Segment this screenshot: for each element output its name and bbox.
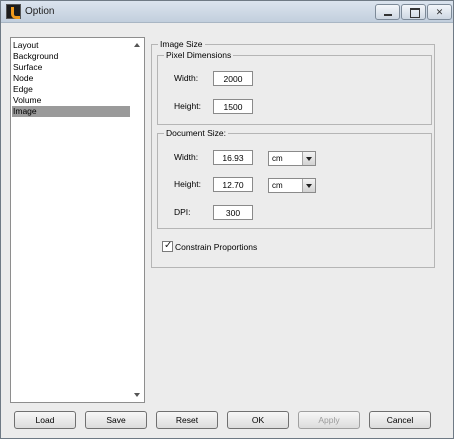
ok-button[interactable]: OK: [227, 411, 289, 429]
maximize-button[interactable]: [401, 4, 426, 20]
chevron-down-icon[interactable]: [302, 179, 315, 192]
pixel-height-input[interactable]: [213, 99, 253, 114]
list-item-edge[interactable]: Edge: [12, 84, 130, 95]
list-item-background[interactable]: Background: [12, 51, 130, 62]
matlab-logo-icon: [6, 4, 21, 19]
width-unit-select[interactable]: cm: [268, 151, 316, 166]
doc-width-label: Width:: [174, 152, 199, 162]
close-icon: ✕: [435, 7, 444, 17]
minimize-button[interactable]: [375, 4, 400, 20]
scroll-down-icon[interactable]: [134, 393, 140, 397]
pixel-height-label: Height:: [174, 101, 201, 111]
list-scrollbar[interactable]: [131, 38, 144, 402]
title-bar: Option ✕: [1, 1, 453, 23]
constrain-proportions-label[interactable]: Constrain Proportions: [175, 242, 257, 252]
constrain-proportions-checkbox[interactable]: [162, 240, 173, 252]
scroll-up-icon[interactable]: [134, 43, 140, 47]
document-size-title: Document Size:: [164, 128, 228, 138]
list-item-surface[interactable]: Surface: [12, 62, 130, 73]
window-title: Option: [25, 6, 55, 17]
close-button[interactable]: ✕: [427, 4, 452, 20]
category-list[interactable]: Layout Background Surface Node Edge Volu…: [10, 37, 145, 403]
reset-button[interactable]: Reset: [156, 411, 218, 429]
apply-button[interactable]: Apply: [298, 411, 360, 429]
pixel-width-input[interactable]: [213, 71, 253, 86]
load-button[interactable]: Load: [14, 411, 76, 429]
dpi-input[interactable]: [213, 205, 253, 220]
option-window: Option ✕ Layout Background Surface Node …: [0, 0, 454, 439]
doc-height-input[interactable]: [213, 177, 253, 192]
image-size-title: Image Size: [158, 39, 205, 49]
maximize-icon: [402, 5, 425, 19]
height-unit-value: cm: [272, 181, 283, 190]
pixel-dimensions-group: Pixel Dimensions: [157, 50, 432, 125]
pixel-width-label: Width:: [174, 73, 199, 83]
doc-height-label: Height:: [174, 179, 201, 189]
save-button[interactable]: Save: [85, 411, 147, 429]
list-item-node[interactable]: Node: [12, 73, 130, 84]
chevron-down-icon[interactable]: [302, 152, 315, 165]
minimize-icon: [376, 5, 399, 19]
pixel-dimensions-title: Pixel Dimensions: [164, 50, 234, 60]
cancel-button[interactable]: Cancel: [369, 411, 431, 429]
height-unit-select[interactable]: cm: [268, 178, 316, 193]
width-unit-value: cm: [272, 154, 283, 163]
dpi-label: DPI:: [174, 207, 191, 217]
list-item-volume[interactable]: Volume: [12, 95, 130, 106]
list-item-image[interactable]: Image: [12, 106, 130, 117]
list-item-layout[interactable]: Layout: [12, 40, 130, 51]
doc-width-input[interactable]: [213, 150, 253, 165]
